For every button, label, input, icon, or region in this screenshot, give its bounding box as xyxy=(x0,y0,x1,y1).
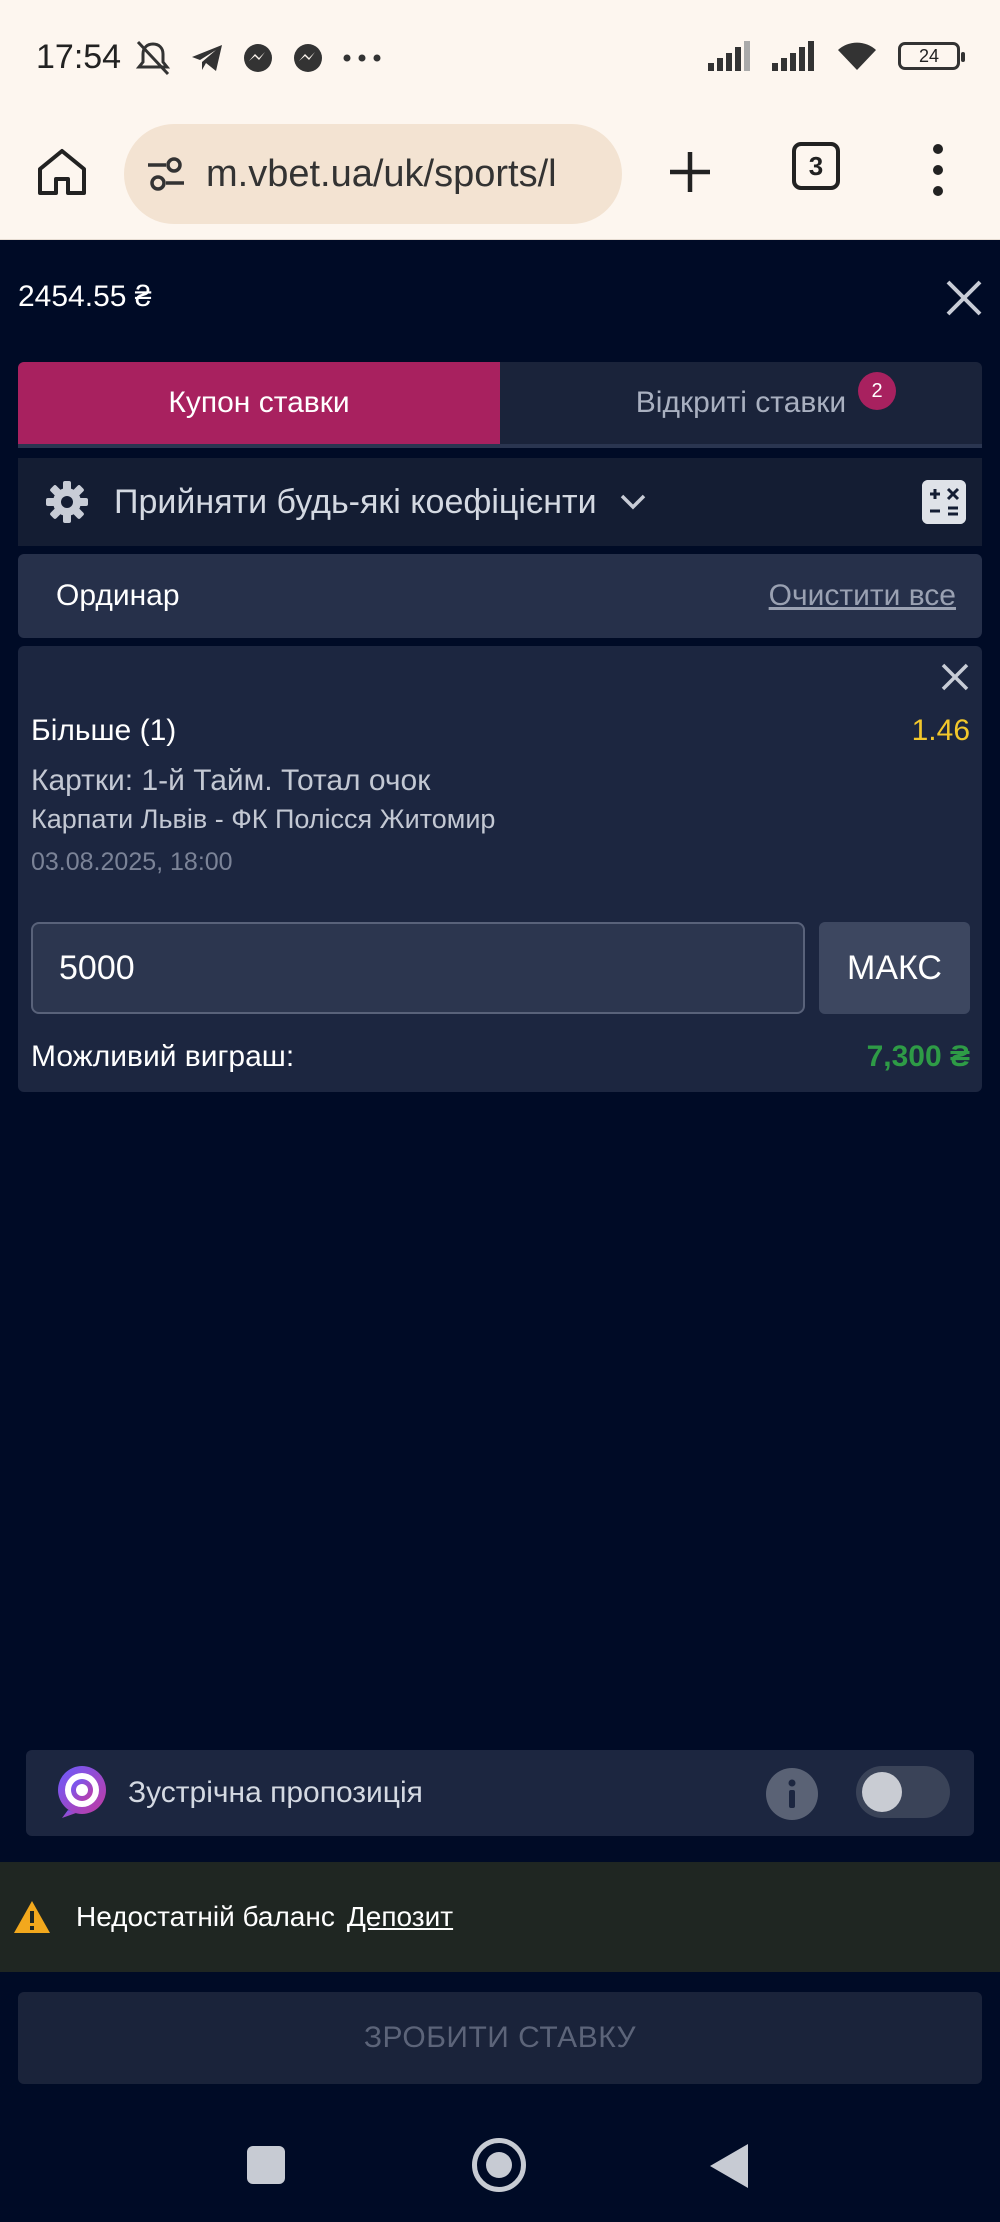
counter-offer-toggle[interactable] xyxy=(856,1766,950,1818)
balance: 2454.55 ₴ xyxy=(18,280,152,313)
toggle-knob xyxy=(862,1772,902,1812)
home-button[interactable] xyxy=(30,140,94,204)
back-icon[interactable] xyxy=(710,2144,748,2188)
tab-coupon-label: Купон ставки xyxy=(168,386,350,419)
notification-icons xyxy=(134,40,382,76)
plus-icon xyxy=(670,152,710,192)
home-icon xyxy=(38,149,86,195)
recents-icon[interactable] xyxy=(247,2146,285,2184)
match-name: Карпати Львів - ФК Полісся Житомир xyxy=(31,804,496,834)
max-stake-label: МАКС xyxy=(847,948,942,987)
wifi-icon xyxy=(838,42,876,70)
odds-acceptance-dropdown[interactable]: Прийняти будь-які коефіцієнти xyxy=(18,458,982,546)
url-text: m.vbet.ua/uk/sports/l xyxy=(206,152,557,195)
site-settings-icon[interactable] xyxy=(146,156,186,192)
address-bar[interactable]: m.vbet.ua/uk/sports/l xyxy=(124,124,622,224)
warning-icon xyxy=(14,1901,50,1933)
tab-open-bets[interactable]: Відкриті ставки 2 xyxy=(500,362,982,444)
tab-count: 3 xyxy=(808,150,824,181)
messenger-icon xyxy=(294,44,322,72)
betslip-tabs: Купон ставки Відкриті ставки 2 xyxy=(18,362,982,448)
tab-coupon[interactable]: Купон ставки xyxy=(18,362,500,444)
calculator-icon[interactable] xyxy=(922,480,966,524)
bet-card: Більше (1) 1.46 Картки: 1-й Тайм. Тотал … xyxy=(18,646,982,1092)
deposit-link[interactable]: Депозит xyxy=(347,1901,453,1933)
counter-offer-icon xyxy=(58,1766,106,1818)
match-datetime: 03.08.2025, 18:00 xyxy=(31,848,233,876)
signal-icon xyxy=(772,41,814,71)
browser-menu-button[interactable] xyxy=(914,138,962,202)
info-icon[interactable] xyxy=(766,1768,818,1820)
messenger-icon xyxy=(244,44,272,72)
market-name: Картки: 1-й Тайм. Тотал очок xyxy=(31,764,431,797)
mute-icon xyxy=(135,40,171,76)
system-nav-bar xyxy=(0,2110,1000,2222)
battery-level: 24 xyxy=(918,45,940,66)
warning-text: Недостатній баланс xyxy=(76,1901,335,1932)
browser-toolbar: m.vbet.ua/uk/sports/l 3 xyxy=(0,118,1000,240)
gear-icon xyxy=(46,481,88,523)
bet-type-label: Ординар xyxy=(56,579,180,612)
max-stake-button[interactable]: МАКС xyxy=(819,922,970,1014)
possible-win-value: 7,300 ₴ xyxy=(866,1040,970,1073)
close-icon[interactable] xyxy=(942,276,986,320)
counter-offer-row: Зустрічна пропозиція xyxy=(26,1750,974,1836)
home-nav-icon[interactable] xyxy=(472,2138,526,2192)
place-bet-label: ЗРОБИТИ СТАВКУ xyxy=(363,2021,637,2054)
chevron-down-icon xyxy=(620,494,645,510)
selection-name: Більше (1) xyxy=(31,714,177,747)
status-bar: 17:54 24 xyxy=(0,0,1000,118)
battery-icon: 24 xyxy=(898,42,965,70)
counter-offer-label: Зустрічна пропозиція xyxy=(128,1776,423,1809)
telegram-icon xyxy=(192,45,222,71)
possible-win-label: Можливий виграш: xyxy=(31,1040,295,1073)
selection-odds: 1.46 xyxy=(911,714,970,747)
insufficient-balance-banner: Недостатній баланс Депозит xyxy=(0,1862,1000,1972)
more-dots-icon xyxy=(343,54,381,62)
new-tab-button[interactable] xyxy=(658,140,722,204)
open-bets-badge: 2 xyxy=(858,372,896,410)
status-time: 17:54 xyxy=(36,38,122,76)
stake-input[interactable] xyxy=(31,922,805,1014)
clear-all-link[interactable]: Очистити все xyxy=(769,579,956,613)
bet-type-row: Ординар Очистити все xyxy=(18,554,982,638)
system-icons: 24 xyxy=(708,40,965,72)
tab-switcher-button[interactable]: 3 xyxy=(792,142,840,190)
remove-bet-icon[interactable] xyxy=(938,660,972,694)
tab-open-bets-label: Відкриті ставки xyxy=(635,386,847,419)
odds-acceptance-label: Прийняти будь-які коефіцієнти xyxy=(114,482,597,521)
place-bet-button[interactable]: ЗРОБИТИ СТАВКУ xyxy=(18,1992,982,2084)
signal-icon xyxy=(708,41,750,71)
